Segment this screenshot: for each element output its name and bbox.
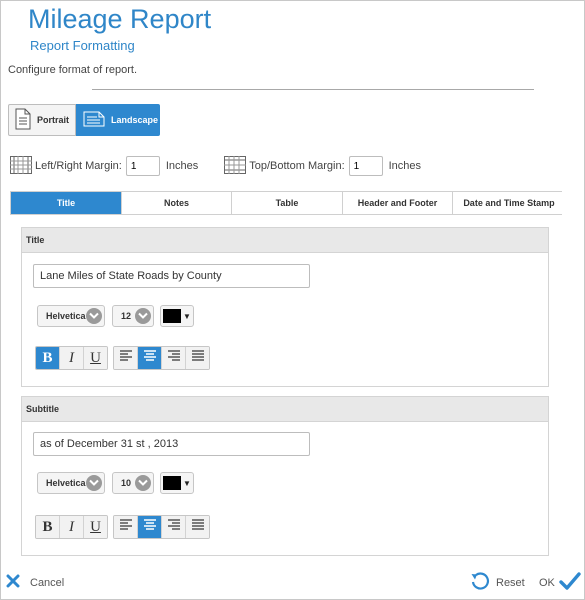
ok-button[interactable]: OK bbox=[539, 571, 581, 594]
cancel-label: Cancel bbox=[30, 576, 65, 589]
tb-margin-input[interactable] bbox=[348, 156, 383, 176]
divider bbox=[92, 89, 534, 90]
portrait-label: Portrait bbox=[37, 115, 70, 125]
title-color-swatch bbox=[163, 309, 181, 323]
subtitle-align-justify-button[interactable] bbox=[186, 516, 209, 538]
title-color-picker[interactable]: ▼ bbox=[160, 305, 194, 327]
title-align-right-button[interactable] bbox=[162, 347, 186, 369]
subtitle-text-input[interactable] bbox=[33, 432, 310, 456]
tab-date-time-stamp[interactable]: Date and Time Stamp bbox=[453, 192, 565, 214]
title-bold-button[interactable]: B bbox=[36, 347, 60, 369]
subtitle-align-center-button[interactable] bbox=[138, 516, 162, 538]
tab-title[interactable]: Title bbox=[11, 192, 122, 214]
title-underline-button[interactable]: U bbox=[84, 347, 107, 369]
subtitle-align-left-button[interactable] bbox=[114, 516, 138, 538]
tab-notes[interactable]: Notes bbox=[122, 192, 232, 214]
chevron-down-icon bbox=[135, 475, 151, 491]
subtitle-align-group bbox=[113, 515, 210, 539]
page-subtitle: Report Formatting bbox=[30, 38, 135, 53]
format-tabs: Title Notes Table Header and Footer Date… bbox=[10, 191, 565, 215]
lr-margin-icon bbox=[10, 155, 32, 177]
page-title: Mileage Report bbox=[28, 4, 212, 34]
portrait-page-icon bbox=[15, 108, 31, 132]
title-panel-heading: Title bbox=[22, 228, 548, 253]
align-center-icon bbox=[143, 518, 157, 536]
chevron-down-icon bbox=[86, 308, 102, 324]
title-text-input[interactable] bbox=[33, 264, 310, 288]
reset-button[interactable]: Reset bbox=[470, 571, 525, 594]
subtitle-style-group: B I U bbox=[35, 515, 108, 539]
close-icon bbox=[6, 574, 20, 591]
title-style-group: B I U bbox=[35, 346, 108, 370]
tab-table[interactable]: Table bbox=[232, 192, 343, 214]
cancel-button[interactable]: Cancel bbox=[6, 574, 64, 591]
title-font-value: Helvetica bbox=[46, 311, 86, 321]
caret-down-icon: ▼ bbox=[183, 311, 191, 321]
landscape-button[interactable]: Landscape bbox=[76, 104, 160, 136]
title-panel: Title Helvetica 12 ▼ B I U bbox=[21, 227, 549, 387]
align-left-icon bbox=[119, 349, 133, 367]
subtitle-font-value: Helvetica bbox=[46, 478, 86, 488]
align-left-icon bbox=[119, 518, 133, 536]
lr-margin-input[interactable] bbox=[125, 156, 160, 176]
title-align-center-button[interactable] bbox=[138, 347, 162, 369]
align-center-icon bbox=[143, 349, 157, 367]
subtitle-panel-heading: Subtitle bbox=[22, 397, 548, 422]
title-italic-button[interactable]: I bbox=[60, 347, 84, 369]
tb-margin-icon bbox=[224, 155, 247, 177]
subtitle-bold-button[interactable]: B bbox=[36, 516, 60, 538]
page-description: Configure format of report. bbox=[8, 64, 138, 76]
title-font-select[interactable]: Helvetica bbox=[37, 305, 105, 327]
landscape-label: Landscape bbox=[111, 115, 159, 125]
title-align-group bbox=[113, 346, 210, 370]
tb-margin-unit: Inches bbox=[388, 160, 422, 172]
orientation-toggle: Portrait Landscape bbox=[8, 104, 160, 136]
chevron-down-icon bbox=[135, 308, 151, 324]
landscape-page-icon bbox=[83, 111, 105, 129]
chevron-down-icon bbox=[86, 475, 102, 491]
title-align-left-button[interactable] bbox=[114, 347, 138, 369]
lr-margin-label: Left/Right Margin: bbox=[35, 160, 122, 172]
subtitle-underline-button[interactable]: U bbox=[84, 516, 107, 538]
checkmark-icon bbox=[559, 571, 581, 594]
subtitle-panel: Subtitle Helvetica 10 ▼ B I U bbox=[21, 396, 549, 556]
portrait-button[interactable]: Portrait bbox=[8, 104, 76, 136]
subtitle-size-select[interactable]: 10 bbox=[112, 472, 154, 494]
title-align-justify-button[interactable] bbox=[186, 347, 209, 369]
align-right-icon bbox=[167, 518, 181, 536]
reset-icon bbox=[470, 571, 490, 594]
lr-margin-unit: Inches bbox=[165, 160, 199, 172]
title-size-select[interactable]: 12 bbox=[112, 305, 154, 327]
subtitle-italic-button[interactable]: I bbox=[60, 516, 84, 538]
subtitle-align-right-button[interactable] bbox=[162, 516, 186, 538]
caret-down-icon: ▼ bbox=[183, 478, 191, 488]
subtitle-size-value: 10 bbox=[121, 478, 132, 488]
subtitle-font-select[interactable]: Helvetica bbox=[37, 472, 105, 494]
reset-label: Reset bbox=[496, 576, 525, 589]
ok-label: OK bbox=[539, 576, 555, 589]
dialog-footer: Cancel Reset OK bbox=[0, 570, 585, 596]
margins-row: Left/Right Margin: Inches Top/Bottom Mar… bbox=[10, 154, 421, 178]
subtitle-color-picker[interactable]: ▼ bbox=[160, 472, 194, 494]
tab-header-footer[interactable]: Header and Footer bbox=[343, 192, 453, 214]
subtitle-color-swatch bbox=[163, 476, 181, 490]
title-size-value: 12 bbox=[121, 311, 132, 321]
align-right-icon bbox=[167, 349, 181, 367]
tb-margin-label: Top/Bottom Margin: bbox=[249, 160, 345, 172]
align-justify-icon bbox=[191, 518, 205, 536]
align-justify-icon bbox=[191, 349, 205, 367]
